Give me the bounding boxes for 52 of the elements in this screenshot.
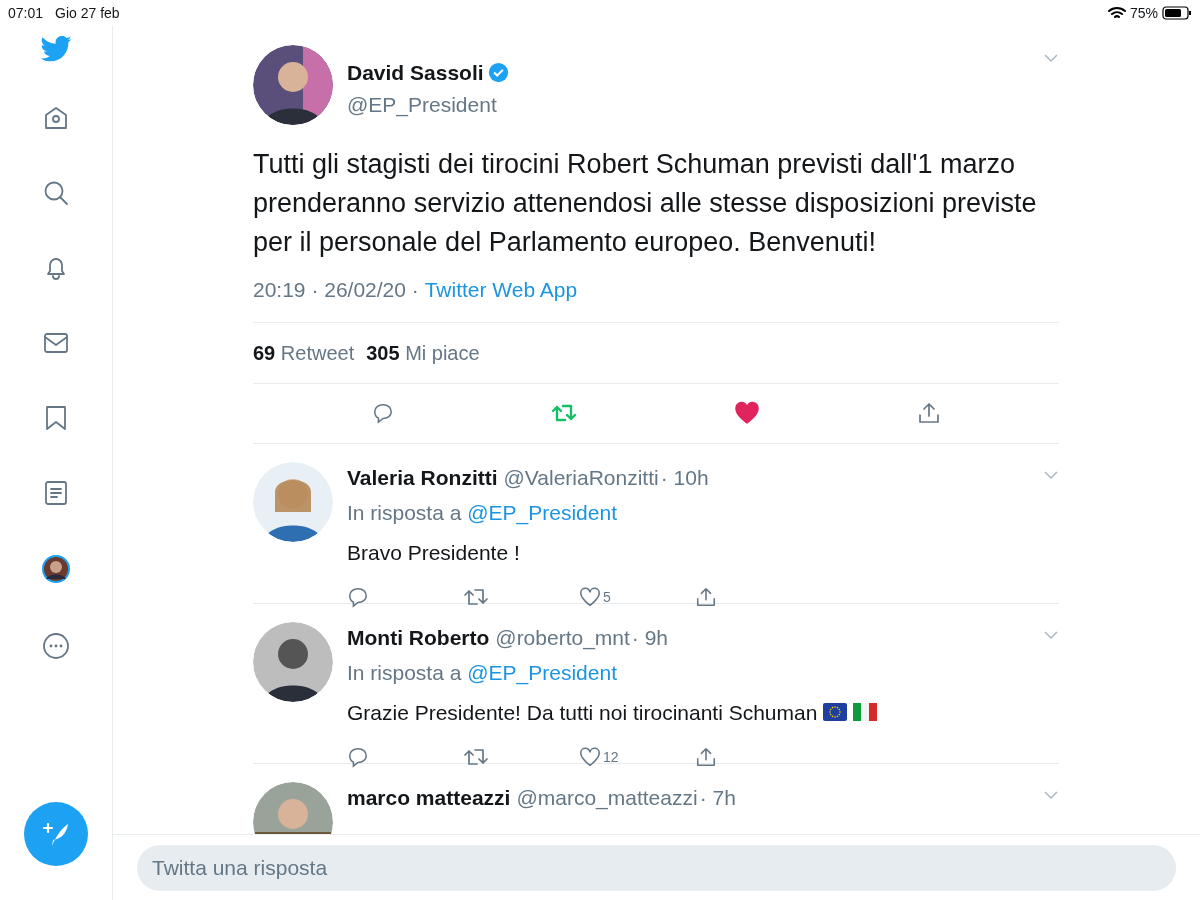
mention-link[interactable]: @EP_President [467,501,617,524]
mention-link[interactable]: @EP_President [467,661,617,684]
battery-percent: 75% [1129,3,1158,23]
reply-author-name: Valeria Ronzitti [347,464,498,491]
heart-icon[interactable] [733,400,760,426]
like-count[interactable]: 305 Mi piace [366,337,480,368]
reply-input-field[interactable]: Twitta una risposta [137,844,1176,891]
search-icon[interactable] [43,180,69,206]
share-icon[interactable] [916,401,941,425]
home-icon[interactable] [43,105,69,131]
reply-author-handle[interactable]: @marco_matteazzi [516,781,698,813]
tweet-text: Tutti gli stagisti dei tirocini Robert Schuman previsti dall'1 marzo prenderanno servizio attenendosi alle stesse disposizioni previste per il personale del Parlamento europeo. Benvenuti! [253,148,1038,259]
reply-text: Grazie Presidente! Da tutti noi tirocinanti Schuman [347,699,818,726]
wifi-icon [1107,6,1126,20]
retweet-icon[interactable] [463,746,489,768]
tweet-timestamp: 20:19 · 26/02/20 · [253,277,420,303]
reply-to-label: In risposta a [347,501,462,524]
reply-like-count: 12 [603,747,619,767]
eu-flag-icon [823,703,848,722]
retweet-icon[interactable] [550,402,577,424]
retweet-count[interactable]: 69 Retweet [253,337,355,368]
reply-age: · 10h [660,464,709,491]
reply-age: · 9h [631,624,669,651]
reply-age: · 7h [699,784,736,811]
italy-flag-icon [853,703,878,722]
clock: 07:01 [8,3,44,23]
reply-like-count: 5 [603,587,611,607]
retweet-icon[interactable] [463,586,489,608]
source-link[interactable]: Twitter Web App [424,274,578,306]
heart-icon[interactable] [579,746,601,768]
heart-icon[interactable] [579,586,601,608]
bird-logo-icon[interactable] [40,36,72,62]
reply-icon[interactable] [371,402,394,424]
reply-author-name: Monti Roberto [347,624,490,651]
author-handle[interactable]: @EP_President [347,88,1029,120]
battery-icon [1162,6,1192,20]
share-icon[interactable] [695,586,717,608]
reply-icon[interactable] [347,586,369,608]
list-icon[interactable] [43,480,69,506]
date: Gio 27 feb [55,3,120,23]
reply-author-handle[interactable]: @roberto_mnt [495,621,630,653]
profile-avatar[interactable] [42,555,70,583]
reply-author-handle[interactable]: @ValeriaRonzitti [503,461,659,493]
author-name: David Sassoli [347,60,484,86]
mail-icon[interactable] [43,330,69,356]
bookmark-icon[interactable] [43,405,69,431]
reply-text: Bravo Presidente ! [347,539,520,566]
reply-icon[interactable] [347,746,369,768]
reply-author-name: marco matteazzi [347,784,511,811]
reply-to-label: In risposta a [347,661,462,684]
share-icon[interactable] [695,746,717,768]
more-icon[interactable] [42,632,70,660]
